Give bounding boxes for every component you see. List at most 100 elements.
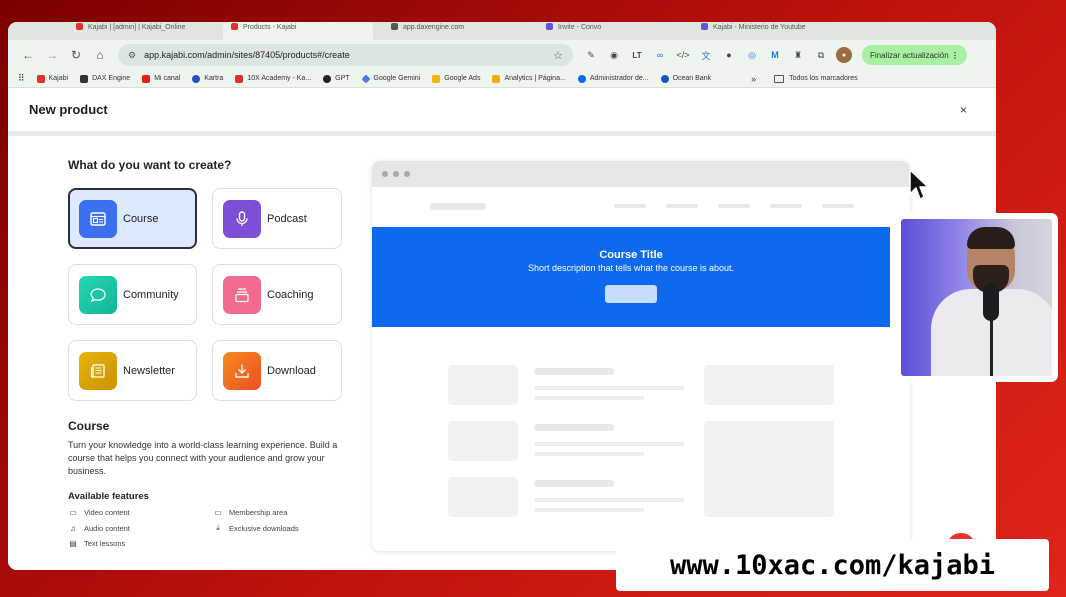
preview-text-placeholder [534, 424, 614, 431]
features-list: ▭ Video content ▭ Membership area ♫ Audio c… [68, 508, 348, 548]
compass-icon[interactable]: ◎ [744, 47, 760, 63]
extensions-bar: ✎ ◉ LT ∞ </> 文 ● ◎ M ♜ ⧉ ● [583, 47, 852, 63]
translate-icon[interactable]: 文 [698, 47, 714, 63]
browser-tab[interactable]: app.daxengine.com [383, 22, 533, 40]
preview-card-placeholder [704, 421, 834, 517]
update-button[interactable]: Finalizar actualización ⋮ [862, 45, 967, 65]
mic-stand [990, 319, 993, 376]
close-icon[interactable]: × [960, 103, 967, 117]
feature-item: ▤ Text lessons [69, 539, 126, 548]
course-icon [79, 199, 117, 238]
preview-nav-placeholder [666, 204, 698, 208]
bookmark-star-icon[interactable]: ☆ [553, 49, 563, 62]
browser-tab[interactable]: Invite - Convo [538, 22, 688, 40]
bookmark-kajabi[interactable]: Kajabi [36, 74, 68, 83]
site-info-icon[interactable]: ⚙ [128, 50, 136, 61]
browser-tab[interactable]: Kajabi - Ministerio de Youtube [693, 22, 853, 40]
feature-item: ▭ Video content [69, 508, 130, 517]
hero-button-placeholder [605, 285, 657, 303]
option-download[interactable]: Download [212, 340, 342, 401]
option-newsletter[interactable]: Newsletter [68, 340, 197, 401]
document-icon: ▤ [69, 539, 77, 548]
preview-text-placeholder [534, 498, 684, 502]
bookmark-mi-canal[interactable]: Mi canal [142, 74, 180, 83]
preview-nav-placeholder [614, 204, 646, 208]
preview-thumb-placeholder [448, 421, 518, 461]
course-preview: Course Title Short description that tell… [372, 161, 910, 551]
kajabi-icon [235, 74, 244, 83]
option-podcast[interactable]: Podcast [212, 188, 342, 249]
bookmark-google-ads[interactable]: Google Ads [432, 74, 480, 83]
home-icon[interactable]: ⌂ [88, 48, 112, 62]
bookmark-analytics[interactable]: Analytics | Página... [492, 74, 566, 83]
preview-text-placeholder [534, 452, 644, 456]
kajabi-icon [231, 23, 238, 30]
bookmark-kartra[interactable]: Kartra [192, 74, 223, 83]
ocean-bank-icon [660, 74, 669, 83]
window-dot-icon [404, 171, 410, 177]
membership-icon: ▭ [214, 508, 222, 517]
chatgpt-icon[interactable]: ● [721, 47, 737, 63]
browser-tab-active[interactable]: Products - Kajabi [223, 22, 373, 40]
camera-icon[interactable]: ◉ [606, 47, 622, 63]
browser-tab[interactable]: Kajabi | [admin] | Kajabi_Online [68, 22, 218, 40]
google-ads-icon [432, 74, 441, 83]
newsletter-icon [79, 351, 117, 390]
microphone-icon [223, 199, 261, 238]
feature-item: ⤓ Exclusive downloads [213, 523, 333, 533]
feature-item: ▭ Membership area [214, 508, 288, 517]
option-community[interactable]: Community [68, 264, 197, 325]
bookmark-10x-academy[interactable]: 10X Academy - Ka... [235, 74, 311, 83]
puzzle-icon[interactable]: ⧉ [813, 47, 829, 63]
address-bar[interactable]: ⚙ app.kajabi.com/admin/sites/87405/produ… [118, 44, 573, 66]
profile-avatar-icon[interactable]: ● [836, 47, 852, 63]
dax-engine-icon [80, 74, 89, 83]
kajabi-icon [76, 23, 83, 30]
forward-icon[interactable]: → [40, 48, 64, 62]
preview-text-placeholder [534, 480, 614, 487]
presenter-video [901, 219, 1052, 376]
link-icon[interactable]: ∞ [652, 47, 668, 63]
option-label: Course [123, 212, 159, 225]
audio-icon: ♫ [70, 523, 76, 533]
preview-thumb-placeholder [448, 365, 518, 405]
chat-bubble-icon [79, 275, 117, 314]
url-text[interactable]: app.kajabi.com/admin/sites/87405/product… [144, 50, 553, 60]
apps-grid-icon[interactable]: ⠿ [18, 73, 25, 84]
preview-text-placeholder [534, 368, 614, 375]
bookmarks-overflow-icon[interactable]: » [751, 74, 756, 84]
convo-icon [546, 23, 553, 30]
lt-extension-icon[interactable]: LT [629, 47, 645, 63]
watermark-url: www.10xac.com/kajabi [616, 539, 1049, 591]
code-icon[interactable]: </> [675, 47, 691, 63]
window-dot-icon [382, 171, 388, 177]
option-coaching[interactable]: Coaching [212, 264, 342, 325]
m-extension-icon[interactable]: M [767, 47, 783, 63]
more-vert-icon[interactable]: ⋮ [951, 51, 959, 60]
preview-thumb-placeholder [448, 477, 518, 517]
eyedropper-icon[interactable]: ✎ [583, 47, 599, 63]
download-icon: ⤓ [216, 523, 220, 532]
kajabi-icon [36, 74, 45, 83]
option-course[interactable]: Course [68, 188, 197, 249]
reload-icon[interactable]: ↻ [64, 48, 88, 62]
preview-text-placeholder [534, 396, 644, 400]
back-icon[interactable]: ← [16, 48, 40, 62]
openai-icon [323, 74, 332, 83]
modal-header: New product × [8, 88, 996, 136]
bookmark-meta-admin[interactable]: Administrador de... [577, 74, 649, 83]
option-label: Newsletter [123, 364, 175, 377]
section-title: Course [68, 419, 110, 433]
all-bookmarks[interactable]: Todos los marcadores [774, 74, 858, 83]
bookmark-gpt[interactable]: GPT [323, 74, 350, 83]
bookmark-dax-engine[interactable]: DAX Engine [80, 74, 130, 83]
youtube-ministry-icon [701, 23, 708, 30]
preview-body [372, 327, 910, 551]
bookmark-ocean-bank[interactable]: Ocean Bank [660, 74, 711, 83]
bookmark-google-gemini[interactable]: Google Gemini [361, 73, 420, 84]
hero-title: Course Title [599, 249, 663, 261]
bookmarks-bar: ⠿ Kajabi DAX Engine Mi canal Kartra 10X … [8, 70, 996, 88]
option-label: Community [123, 288, 179, 301]
presenter-hair [967, 227, 1015, 249]
shirt-icon[interactable]: ♜ [790, 47, 806, 63]
